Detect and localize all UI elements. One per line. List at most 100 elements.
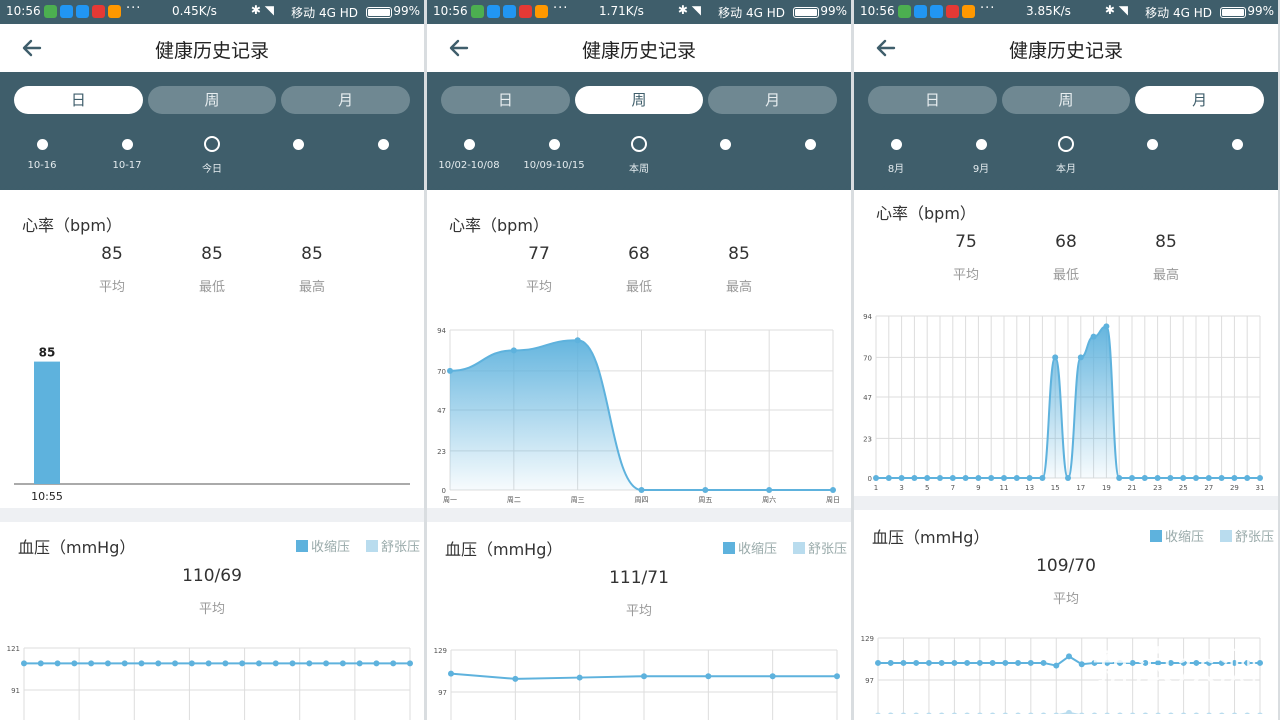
data-point bbox=[937, 475, 943, 481]
data-point bbox=[574, 337, 581, 344]
timeline-dot[interactable] bbox=[1231, 139, 1243, 150]
title-bar: 健康历史记录 bbox=[427, 24, 851, 72]
data-point bbox=[1053, 662, 1060, 669]
data-point bbox=[222, 660, 229, 667]
x-tick-label: 9 bbox=[976, 484, 980, 492]
data-point bbox=[71, 660, 78, 667]
data-point bbox=[1231, 475, 1238, 481]
data-point bbox=[977, 712, 983, 714]
timeline-current-marker[interactable] bbox=[631, 136, 647, 152]
data-point bbox=[1026, 475, 1033, 481]
heart-min-label: 最低 bbox=[625, 280, 653, 295]
bar bbox=[34, 361, 60, 484]
data-point bbox=[949, 475, 956, 481]
x-tick-label: 25 bbox=[1179, 484, 1188, 492]
network-speed: 0.45K/s bbox=[172, 4, 217, 18]
tab-week[interactable]: 周 bbox=[1001, 86, 1131, 114]
bp-legend: 收缩压 舒张压 bbox=[1149, 526, 1274, 545]
timeline-label: 本月 bbox=[1056, 164, 1076, 175]
timeline-dot[interactable] bbox=[804, 139, 816, 150]
tab-month[interactable]: 月 bbox=[281, 86, 411, 114]
data-point bbox=[898, 475, 905, 481]
blood-pressure-title: 血压（mmHg） bbox=[18, 538, 136, 557]
timeline-dot[interactable] bbox=[719, 139, 731, 150]
data-point bbox=[924, 475, 931, 481]
timeline-dot[interactable] bbox=[121, 139, 133, 150]
y-tick-label: 129 bbox=[861, 635, 874, 643]
y-tick-label: 121 bbox=[7, 645, 20, 653]
data-point bbox=[510, 347, 517, 354]
bar-data-label: 85 bbox=[39, 346, 56, 360]
timeline-dot[interactable] bbox=[1146, 139, 1158, 150]
timeline-dot[interactable] bbox=[975, 139, 987, 150]
data-point bbox=[1205, 475, 1212, 481]
notification-icons bbox=[471, 5, 548, 18]
section-divider bbox=[854, 496, 1278, 510]
notification-icon bbox=[898, 5, 911, 18]
data-point bbox=[989, 712, 996, 714]
data-point bbox=[1103, 323, 1110, 330]
tab-month[interactable]: 月 bbox=[1135, 86, 1265, 114]
header-wave-edge bbox=[854, 186, 1278, 190]
timeline-dot[interactable] bbox=[377, 139, 389, 150]
data-point bbox=[1193, 475, 1199, 481]
data-point bbox=[323, 660, 330, 667]
notification-icons bbox=[898, 5, 975, 18]
notification-icon bbox=[503, 5, 516, 18]
data-point bbox=[885, 475, 892, 481]
data-point bbox=[447, 367, 453, 374]
timeline-dot[interactable] bbox=[292, 139, 304, 150]
timeline-dot[interactable] bbox=[890, 139, 902, 150]
data-point bbox=[962, 475, 969, 481]
signal-icons: ✱ ◥ bbox=[250, 3, 274, 17]
data-point bbox=[1141, 475, 1148, 481]
tab-day[interactable]: 日 bbox=[441, 86, 570, 114]
period-tabs: 日周月 bbox=[14, 86, 411, 114]
y-tick-label: 94 bbox=[437, 327, 446, 335]
notification-icon bbox=[946, 5, 959, 18]
data-point bbox=[926, 712, 932, 714]
timeline-current-marker[interactable] bbox=[204, 136, 220, 152]
tab-day[interactable]: 日 bbox=[14, 86, 143, 114]
data-point bbox=[888, 712, 894, 714]
data-point bbox=[830, 487, 836, 493]
tab-month[interactable]: 月 bbox=[708, 86, 838, 114]
timeline-dot[interactable] bbox=[463, 139, 475, 150]
data-point bbox=[104, 660, 111, 667]
x-tick-label: 1 bbox=[874, 484, 878, 492]
y-tick-label: 129 bbox=[434, 647, 447, 655]
diastolic-swatch bbox=[365, 539, 378, 552]
more-notifications-icon: ··· bbox=[126, 1, 142, 16]
data-point bbox=[1193, 712, 1199, 714]
period-header: 日周月 10/02-10/08 10/09-10/15 本周 bbox=[427, 72, 851, 190]
title-bar: 健康历史记录 bbox=[0, 24, 424, 72]
data-point bbox=[913, 659, 920, 666]
x-tick-label: 11 bbox=[1000, 484, 1009, 492]
y-tick-label: 94 bbox=[863, 313, 872, 321]
data-point bbox=[769, 673, 776, 680]
data-point bbox=[1066, 653, 1072, 660]
x-tick-label: 15 bbox=[1051, 484, 1060, 492]
data-point bbox=[1206, 712, 1212, 714]
data-point bbox=[1116, 475, 1123, 481]
timeline-current-marker[interactable] bbox=[1058, 136, 1074, 152]
tab-day[interactable]: 日 bbox=[868, 86, 997, 114]
tab-week[interactable]: 周 bbox=[574, 86, 704, 114]
status-bar: 10:56 ··· 3.85K/s ✱ ◥ 移动 4G HD 99% bbox=[854, 0, 1278, 24]
timeline-dot[interactable] bbox=[36, 139, 48, 150]
data-point bbox=[1002, 712, 1008, 714]
timeline-dot[interactable] bbox=[548, 139, 560, 150]
tab-week[interactable]: 周 bbox=[147, 86, 277, 114]
data-point bbox=[1053, 712, 1059, 714]
status-time: 10:56 bbox=[6, 4, 41, 18]
x-tick-label: 周一 bbox=[443, 496, 457, 504]
notification-icon bbox=[487, 5, 500, 18]
data-point bbox=[641, 673, 647, 680]
data-point bbox=[1180, 712, 1187, 714]
data-point bbox=[88, 660, 95, 667]
section-divider bbox=[0, 508, 424, 522]
y-tick-label: 97 bbox=[865, 677, 874, 685]
y-tick-label: 97 bbox=[438, 689, 447, 697]
blood-pressure-chart: 91 121 bbox=[7, 645, 413, 720]
x-tick-label: 7 bbox=[951, 484, 955, 492]
